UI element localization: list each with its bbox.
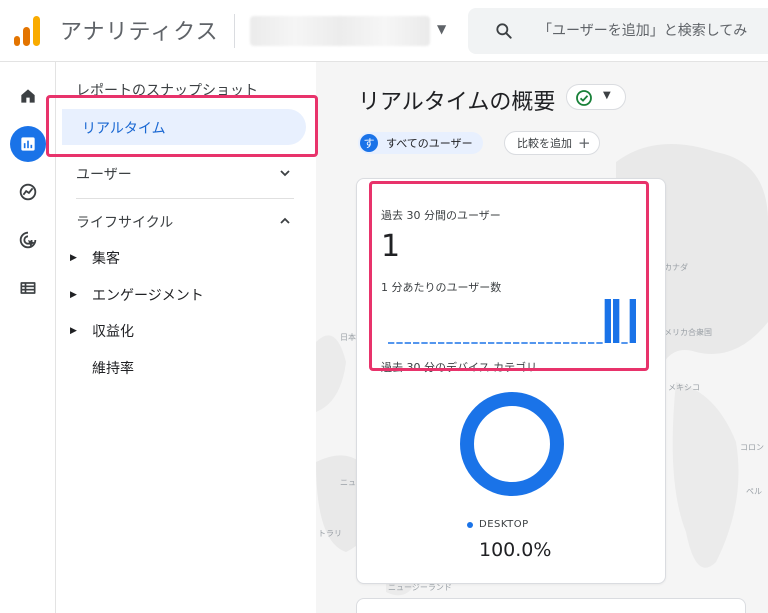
nav-item-acquisition[interactable]: 集客: [92, 248, 120, 268]
account-selector[interactable]: [250, 16, 430, 46]
chevron-up-icon[interactable]: [278, 214, 292, 228]
all-users-label: すべてのユーザー: [386, 137, 473, 150]
device-legend: DESKTOP: [467, 519, 529, 530]
next-card: [356, 598, 746, 613]
app-title: アナリティクス: [60, 20, 219, 45]
page-title: リアルタイムの概要: [358, 90, 556, 115]
top-bar: アナリティクス ▼: [0, 0, 768, 62]
rail-configure-button[interactable]: [10, 270, 46, 306]
highlight-users-metric: [369, 181, 649, 371]
nav-item-engagement[interactable]: エンゲージメント: [92, 285, 204, 305]
home-icon: [21, 89, 35, 103]
nav-divider: [76, 198, 294, 199]
analytics-logo-icon: [14, 16, 40, 46]
map-label: コロン: [740, 443, 764, 452]
expand-triangle-icon[interactable]: ▶: [70, 290, 77, 300]
highlight-realtime-nav: [46, 95, 318, 157]
desktop-percent: 100.0%: [479, 539, 552, 561]
search-box[interactable]: [468, 8, 768, 54]
header-divider: [234, 14, 235, 48]
status-dropdown[interactable]: ▼: [566, 84, 626, 110]
map-label: 日本: [340, 333, 356, 342]
search-input[interactable]: [538, 20, 768, 42]
map-label: カナダ: [664, 263, 688, 272]
legend-desktop-label: DESKTOP: [479, 519, 529, 530]
bar-chart-icon: [21, 137, 35, 151]
rail-reports-button[interactable]: [10, 126, 46, 162]
nav-item-lifecycle[interactable]: ライフサイクル: [76, 212, 173, 232]
legend-dot: [467, 521, 473, 528]
caret-down-icon: ▼: [603, 90, 611, 101]
add-comparison-label: 比較を追加: [517, 137, 572, 150]
map-label: メキシコ: [668, 383, 700, 392]
map-label: メリカ合衆国: [664, 328, 712, 337]
explore-icon: [19, 183, 37, 201]
rail-home-button[interactable]: [10, 78, 46, 114]
add-comparison-button[interactable]: 比較を追加 +: [504, 131, 600, 155]
map-label: トラリ: [318, 529, 342, 538]
check-circle-icon: [576, 90, 592, 106]
caret-down-icon[interactable]: ▼: [437, 22, 446, 36]
plus-icon: +: [578, 134, 591, 152]
nav-item-retention[interactable]: 維持率: [92, 358, 134, 378]
target-cursor-icon: [19, 231, 37, 249]
rail-explore-button[interactable]: [10, 174, 46, 210]
rail-advertising-button[interactable]: [10, 222, 46, 258]
chip-letter-badge: す: [360, 134, 378, 152]
all-users-chip[interactable]: す すべてのユーザー: [358, 132, 483, 154]
expand-triangle-icon[interactable]: ▶: [70, 326, 77, 336]
device-donut-chart[interactable]: [457, 389, 567, 499]
map-label: ペル: [746, 487, 762, 496]
chevron-down-icon[interactable]: [278, 166, 292, 180]
search-icon: [496, 23, 512, 39]
nav-item-users[interactable]: ユーザー: [76, 164, 132, 184]
list-icon: [20, 282, 36, 294]
donut-slice-desktop[interactable]: [460, 392, 564, 496]
nav-item-monetization[interactable]: 収益化: [92, 321, 134, 341]
map-label: ニュ: [340, 478, 356, 487]
expand-triangle-icon[interactable]: ▶: [70, 253, 77, 263]
